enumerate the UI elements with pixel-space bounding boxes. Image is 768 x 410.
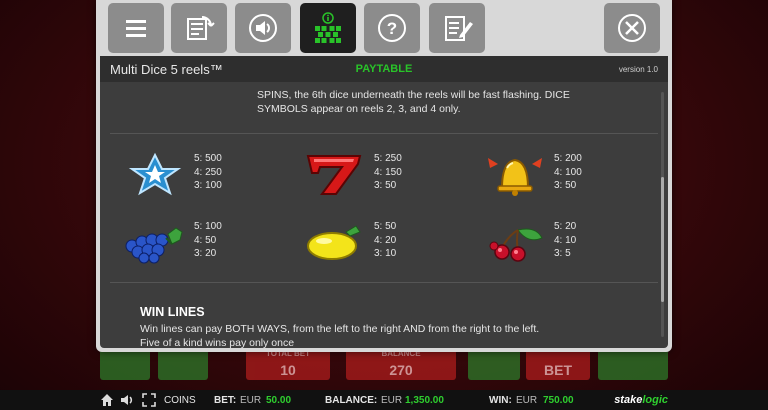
pay-value: 4: 150: [374, 166, 402, 178]
balance-currency: EUR: [381, 395, 403, 406]
bg-total-bet-value: 10: [280, 362, 296, 378]
bg-play-button: [468, 348, 520, 380]
grapes-icon: [122, 220, 188, 264]
pay-item-cherries: 5: 20 4: 10 3: 5: [482, 220, 632, 264]
pay-value: 5: 250: [374, 153, 402, 164]
star-icon: [122, 152, 188, 196]
pay-value: 5: 200: [554, 153, 582, 164]
close-icon: [618, 14, 646, 42]
pay-value: 5: 100: [194, 221, 222, 232]
win-lines-text: Win lines can pay BOTH WAYS, from the le…: [140, 322, 640, 348]
autoplay-settings-button[interactable]: [171, 3, 227, 53]
menu-button[interactable]: [108, 3, 164, 53]
close-button[interactable]: [604, 3, 660, 53]
scrollbar-thumb[interactable]: [661, 177, 664, 302]
pay-value: 5: 20: [554, 221, 577, 232]
fullscreen-icon[interactable]: [142, 393, 156, 407]
version-label: version 1.0: [618, 64, 658, 74]
paytable-content[interactable]: SPINS, the 6th dice underneath the reels…: [100, 82, 668, 348]
balance-label: BALANCE:: [325, 395, 378, 406]
help-button[interactable]: ?: [364, 3, 420, 53]
pay-item-lemon: 5: 50 4: 20 3: 10: [302, 220, 452, 264]
pay-values-bell: 5: 200 4: 100 3: 50: [554, 152, 582, 193]
menu-icon: [126, 20, 146, 37]
divider: [110, 133, 658, 134]
pay-item-star: 5: 500 4: 250 3: 100: [122, 152, 272, 196]
home-icon[interactable]: [100, 393, 114, 407]
game-rules-button[interactable]: [429, 3, 485, 53]
pay-value: 3: 5: [554, 248, 571, 259]
bg-menu-button: [100, 348, 150, 380]
bg-balance: BALANCE 270: [346, 348, 456, 380]
pay-value: 3: 100: [194, 180, 222, 191]
game-rules-icon: [445, 16, 473, 41]
paytable-button[interactable]: [300, 3, 356, 53]
coins-toggle[interactable]: COINS: [164, 395, 196, 406]
provider-logo: stakelogic: [614, 394, 668, 406]
win-currency: EUR: [516, 395, 538, 406]
paytable-intro: SPINS, the 6th dice underneath the reels…: [257, 89, 570, 115]
balance-value: 1,350.00: [405, 395, 444, 406]
lemon-icon: [302, 220, 368, 264]
win-lines-text-line: Five of a kind wins pay only once: [140, 337, 295, 348]
win-lines-text-line: Win lines can pay BOTH WAYS, from the le…: [140, 323, 540, 335]
pay-values-star: 5: 500 4: 250 3: 100: [194, 152, 222, 193]
logo-part-stake: stake: [614, 394, 643, 406]
title-bar: Multi Dice 5 reels™ PAYTABLE version 1.0: [100, 56, 668, 82]
bg-bet-caption: BET: [544, 362, 572, 378]
bell-icon: [482, 152, 548, 196]
bet-label: BET:: [214, 395, 237, 406]
bg-spin-button: [598, 348, 668, 380]
pay-item-seven: 5: 250 4: 150 3: 50: [302, 152, 452, 196]
pay-value: 4: 50: [194, 234, 217, 246]
sound-icon: [249, 14, 277, 42]
bg-lines-button: [158, 348, 208, 380]
pay-values-cherries: 5: 20 4: 10 3: 5: [554, 220, 576, 261]
pay-value: 4: 20: [374, 234, 397, 246]
win-value: 750.00: [543, 395, 574, 406]
pay-item-grapes: 5: 100 4: 50 3: 20: [122, 220, 272, 264]
pay-value: 5: 50: [374, 221, 397, 232]
pay-value: 3: 50: [374, 180, 397, 191]
help-icon: ?: [378, 14, 406, 42]
pay-value: 4: 250: [194, 166, 222, 178]
sound-icon[interactable]: [120, 393, 134, 407]
divider: [110, 282, 658, 283]
autoplay-settings-icon: [187, 16, 215, 40]
pay-value: 5: 500: [194, 153, 222, 164]
bg-total-bet: TOTAL BET 10: [246, 348, 330, 380]
seven-icon: [302, 152, 368, 196]
pay-value: 4: 100: [554, 166, 582, 178]
svg-text:?: ?: [387, 19, 397, 38]
bg-balance-value: 270: [389, 362, 413, 378]
sound-button[interactable]: [235, 3, 291, 53]
pay-values-grapes: 5: 100 4: 50 3: 20: [194, 220, 222, 261]
toolbar: ?: [96, 0, 672, 56]
pay-value: 3: 20: [194, 248, 217, 259]
paytable-info-icon: [315, 12, 341, 43]
pay-value: 3: 50: [554, 180, 577, 191]
cherries-icon: [482, 220, 548, 264]
pay-value: 4: 10: [554, 234, 577, 246]
pay-values-seven: 5: 250 4: 150 3: 50: [374, 152, 402, 193]
win-lines-heading: WIN LINES: [140, 305, 205, 319]
pay-item-bell: 5: 200 4: 100 3: 50: [482, 152, 632, 196]
bet-value: 50.00: [266, 395, 292, 406]
tab-title: PAYTABLE: [355, 63, 413, 75]
bet-currency: EUR: [240, 395, 262, 406]
status-bar: COINS BET: EUR 50.00 BALANCE: EUR 1,350.…: [0, 390, 768, 410]
bg-bet: BET: [526, 348, 590, 380]
logo-part-logic: logic: [642, 394, 668, 406]
paytable-modal: ? Multi Dice 5 reels™ PAYTABLE version 1…: [96, 0, 672, 352]
win-label: WIN:: [489, 395, 512, 406]
pay-value: 3: 10: [374, 248, 397, 259]
pay-values-lemon: 5: 50 4: 20 3: 10: [374, 220, 396, 261]
